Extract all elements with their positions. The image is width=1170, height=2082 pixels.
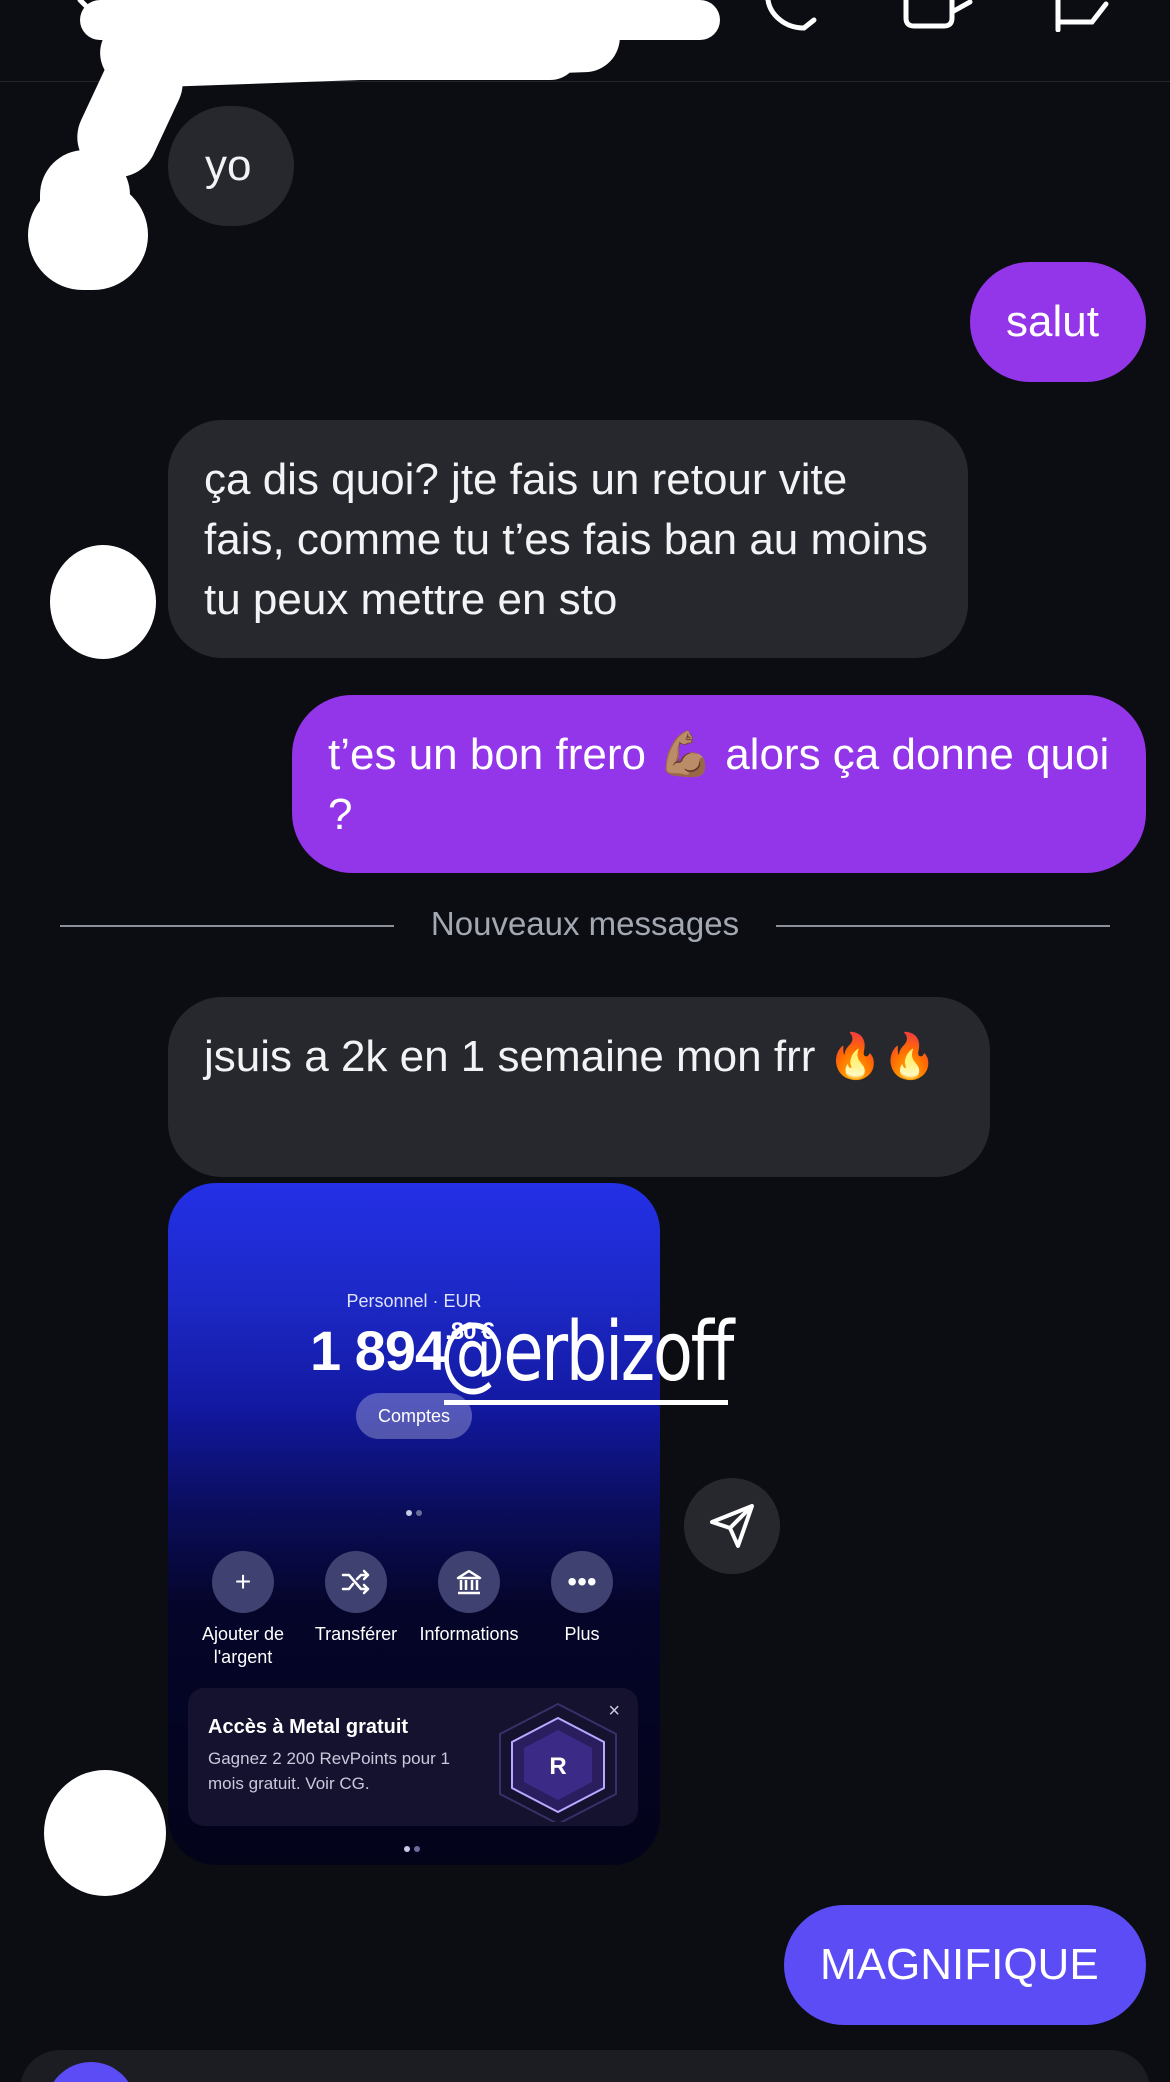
promo-title: Accès à Metal gratuit: [208, 1716, 409, 1738]
watermark-text: @erbizoff: [440, 1305, 734, 1400]
avatar: [50, 545, 156, 659]
message-bubble-incoming[interactable]: ça dis quoi? jte fais un retour vite fai…: [168, 420, 968, 658]
watermark-underline: [444, 1400, 728, 1405]
message-composer[interactable]: [20, 2050, 1150, 2082]
message-bubble-incoming[interactable]: yo: [168, 106, 294, 226]
action-more: ••• Plus: [522, 1551, 642, 1646]
plus-icon: +: [212, 1551, 274, 1613]
transfer-icon: [325, 1551, 387, 1613]
action-information: Informations: [409, 1551, 529, 1646]
metal-logo-icon: R: [499, 1702, 617, 1822]
promo-logo-letter: R: [549, 1753, 566, 1780]
message-bubble-outgoing[interactable]: MAGNIFIQUE: [784, 1905, 1146, 2025]
message-bubble-incoming[interactable]: jsuis a 2k en 1 semaine mon frr 🔥🔥: [168, 997, 990, 1177]
phone-icon[interactable]: [760, 0, 830, 32]
message-text: jsuis a 2k en 1 semaine mon frr 🔥🔥: [204, 1032, 938, 1081]
bank-icon: [438, 1551, 500, 1613]
shared-image[interactable]: Personnel · EUR 1 894,80 € Comptes + Ajo…: [168, 1183, 660, 1865]
card-page-indicator: [402, 1839, 422, 1857]
action-add-money: + Ajouter de l'argent: [183, 1551, 303, 1669]
promo-card: Accès à Metal gratuit Gagnez 2 200 RevPo…: [188, 1688, 638, 1826]
action-label: Informations: [419, 1624, 519, 1644]
send-icon: [710, 1504, 754, 1548]
message-text: ça dis quoi? jte fais un retour vite fai…: [204, 455, 928, 624]
share-button[interactable]: [684, 1478, 780, 1574]
message-text: salut: [1006, 297, 1099, 346]
page-indicator: [404, 1503, 424, 1521]
action-label: Transférer: [314, 1624, 398, 1644]
message-text: MAGNIFIQUE: [820, 1940, 1099, 1989]
video-icon[interactable]: [900, 0, 980, 32]
more-icon: •••: [551, 1551, 613, 1613]
message-text: t’es un bon frero 💪🏽 alors ça donne quoi…: [328, 730, 1110, 839]
flag-icon[interactable]: [1052, 0, 1112, 32]
message-bubble-outgoing[interactable]: t’es un bon frero 💪🏽 alors ça donne quoi…: [292, 695, 1146, 873]
action-transfer: Transférer: [296, 1551, 416, 1646]
new-messages-divider: Nouveaux messages: [430, 905, 740, 942]
message-text: yo: [205, 141, 252, 190]
action-label: Ajouter de l'argent: [201, 1624, 285, 1667]
message-bubble-outgoing[interactable]: salut: [970, 262, 1146, 382]
promo-body: Gagnez 2 200 RevPoints pour 1 mois gratu…: [208, 1749, 450, 1793]
action-label: Plus: [564, 1624, 600, 1644]
avatar: [44, 1770, 166, 1896]
